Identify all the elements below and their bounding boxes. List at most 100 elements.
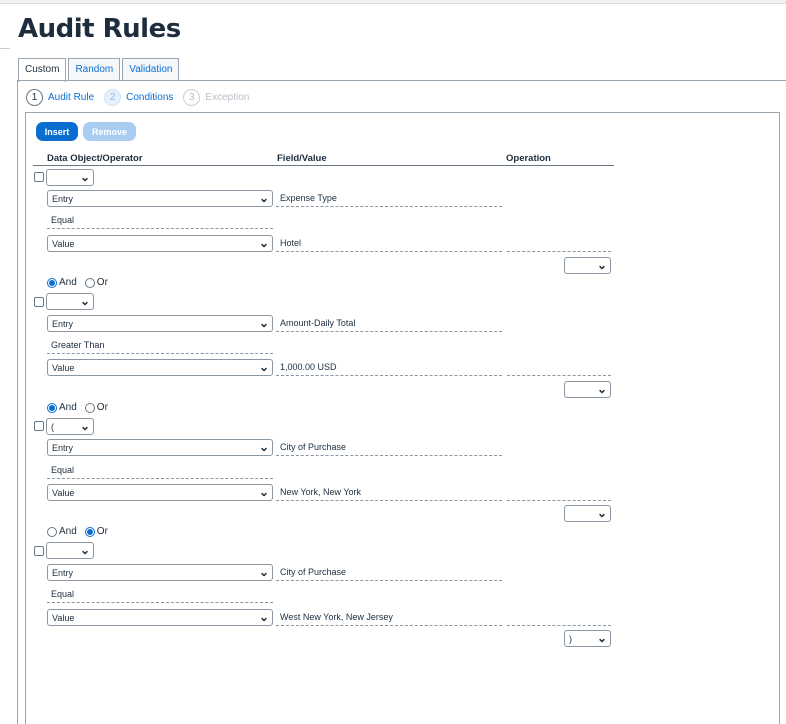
operation-input[interactable] bbox=[507, 484, 611, 501]
remove-button: Remove bbox=[83, 122, 136, 141]
or-radio[interactable] bbox=[84, 402, 95, 413]
operation-input[interactable] bbox=[507, 359, 611, 376]
tab-validation[interactable]: Validation bbox=[122, 58, 180, 81]
and-label: And bbox=[59, 402, 77, 413]
chevron-down-icon: ⌄ bbox=[596, 506, 607, 520]
operation-input[interactable] bbox=[507, 235, 611, 252]
connector-radio-group: And Or bbox=[47, 526, 116, 537]
top-bar bbox=[0, 0, 786, 4]
data-object-value: Entry bbox=[52, 193, 74, 204]
operation-input[interactable] bbox=[507, 609, 611, 626]
operator-input[interactable]: Greater Than bbox=[47, 337, 273, 354]
tab-bar: Custom Random Validation bbox=[18, 58, 181, 82]
open-paren-select[interactable]: ⌄ bbox=[46, 542, 94, 559]
step-conditions[interactable]: 2 Conditions bbox=[104, 89, 173, 106]
condition-checkbox[interactable] bbox=[34, 546, 44, 556]
chevron-down-icon: ⌄ bbox=[258, 565, 269, 579]
chevron-down-icon: ⌄ bbox=[596, 631, 607, 645]
field-input[interactable]: City of Purchase bbox=[276, 439, 502, 456]
column-header-data-object: Data Object/Operator bbox=[47, 153, 143, 164]
field-input[interactable]: Expense Type bbox=[276, 190, 502, 207]
step-number: 2 bbox=[104, 89, 122, 106]
step-exception: 3 Exception bbox=[183, 89, 249, 106]
value-input[interactable]: 1,000.00 USD bbox=[276, 359, 502, 376]
or-radio[interactable] bbox=[84, 526, 95, 537]
and-radio[interactable] bbox=[47, 402, 57, 413]
column-header-field-value: Field/Value bbox=[277, 153, 327, 164]
open-paren-value: ( bbox=[51, 421, 54, 432]
value-type-value: Value bbox=[52, 238, 75, 249]
connector-radio-group: And Or bbox=[47, 402, 116, 413]
open-paren-select[interactable]: ⌄ bbox=[46, 169, 94, 186]
data-object-select[interactable]: Entry ⌄ bbox=[47, 439, 273, 456]
field-input[interactable]: City of Purchase bbox=[276, 564, 502, 581]
operator-input[interactable]: Equal bbox=[47, 212, 273, 229]
field-input[interactable]: Amount-Daily Total bbox=[276, 315, 502, 332]
or-radio[interactable] bbox=[84, 277, 95, 288]
close-paren-value: ) bbox=[569, 633, 572, 644]
step-audit-rule[interactable]: 1 Audit Rule bbox=[26, 89, 94, 106]
data-object-value: Entry bbox=[52, 318, 74, 329]
or-label: Or bbox=[96, 277, 108, 288]
divider bbox=[0, 48, 10, 49]
value-type-value: Value bbox=[52, 487, 75, 498]
value-input[interactable]: New York, New York bbox=[276, 484, 502, 501]
chevron-down-icon: ⌄ bbox=[258, 360, 269, 374]
wizard-steps: 1 Audit Rule 2 Conditions 3 Exception bbox=[26, 89, 259, 106]
data-object-select[interactable]: Entry ⌄ bbox=[47, 190, 273, 207]
tab-random[interactable]: Random bbox=[68, 58, 121, 81]
close-paren-select[interactable]: ⌄ bbox=[564, 257, 611, 274]
condition-checkbox[interactable] bbox=[34, 297, 44, 307]
connector-radio-group: And Or bbox=[47, 277, 116, 288]
step-label: Exception bbox=[205, 92, 250, 103]
and-label: And bbox=[59, 526, 77, 537]
or-label: Or bbox=[96, 402, 108, 413]
data-object-value: Entry bbox=[52, 442, 74, 453]
step-label: Conditions bbox=[126, 92, 174, 103]
header-divider bbox=[33, 165, 614, 166]
chevron-down-icon: ⌄ bbox=[258, 485, 269, 499]
step-number: 1 bbox=[26, 89, 43, 106]
column-header-operation: Operation bbox=[506, 153, 551, 164]
close-paren-select[interactable]: ⌄ bbox=[564, 505, 611, 522]
chevron-down-icon: ⌄ bbox=[596, 382, 607, 396]
value-type-select[interactable]: Value ⌄ bbox=[47, 359, 273, 376]
value-type-select[interactable]: Value ⌄ bbox=[47, 235, 273, 252]
close-paren-select[interactable]: ⌄ bbox=[564, 381, 611, 398]
and-radio[interactable] bbox=[47, 277, 57, 288]
chevron-down-icon: ⌄ bbox=[258, 610, 269, 624]
chevron-down-icon: ⌄ bbox=[258, 191, 269, 205]
close-paren-select[interactable]: ) ⌄ bbox=[564, 630, 611, 647]
value-type-select[interactable]: Value ⌄ bbox=[47, 484, 273, 501]
condition-checkbox[interactable] bbox=[34, 421, 44, 431]
value-type-value: Value bbox=[52, 612, 75, 623]
chevron-down-icon: ⌄ bbox=[79, 419, 90, 433]
value-input[interactable]: West New York, New Jersey bbox=[276, 609, 502, 626]
value-type-value: Value bbox=[52, 362, 75, 373]
data-object-value: Entry bbox=[52, 567, 74, 578]
chevron-down-icon: ⌄ bbox=[258, 440, 269, 454]
condition-checkbox[interactable] bbox=[34, 172, 44, 182]
value-type-select[interactable]: Value ⌄ bbox=[47, 609, 273, 626]
chevron-down-icon: ⌄ bbox=[79, 543, 90, 557]
and-radio[interactable] bbox=[47, 526, 57, 537]
step-label: Audit Rule bbox=[48, 92, 95, 103]
chevron-down-icon: ⌄ bbox=[79, 294, 90, 308]
chevron-down-icon: ⌄ bbox=[258, 236, 269, 250]
value-input[interactable]: Hotel bbox=[276, 235, 502, 252]
chevron-down-icon: ⌄ bbox=[596, 258, 607, 272]
insert-button[interactable]: Insert bbox=[36, 122, 78, 141]
data-object-select[interactable]: Entry ⌄ bbox=[47, 315, 273, 332]
step-number: 3 bbox=[183, 89, 201, 106]
data-object-select[interactable]: Entry ⌄ bbox=[47, 564, 273, 581]
page-title: Audit Rules bbox=[18, 14, 181, 44]
open-paren-select[interactable]: ⌄ bbox=[46, 293, 94, 310]
open-paren-select[interactable]: (⌄ bbox=[46, 418, 94, 435]
and-label: And bbox=[59, 277, 77, 288]
chevron-down-icon: ⌄ bbox=[258, 316, 269, 330]
operator-input[interactable]: Equal bbox=[47, 586, 273, 603]
tab-custom[interactable]: Custom bbox=[18, 58, 67, 82]
or-label: Or bbox=[96, 526, 108, 537]
chevron-down-icon: ⌄ bbox=[79, 170, 90, 184]
operator-input[interactable]: Equal bbox=[47, 462, 273, 479]
